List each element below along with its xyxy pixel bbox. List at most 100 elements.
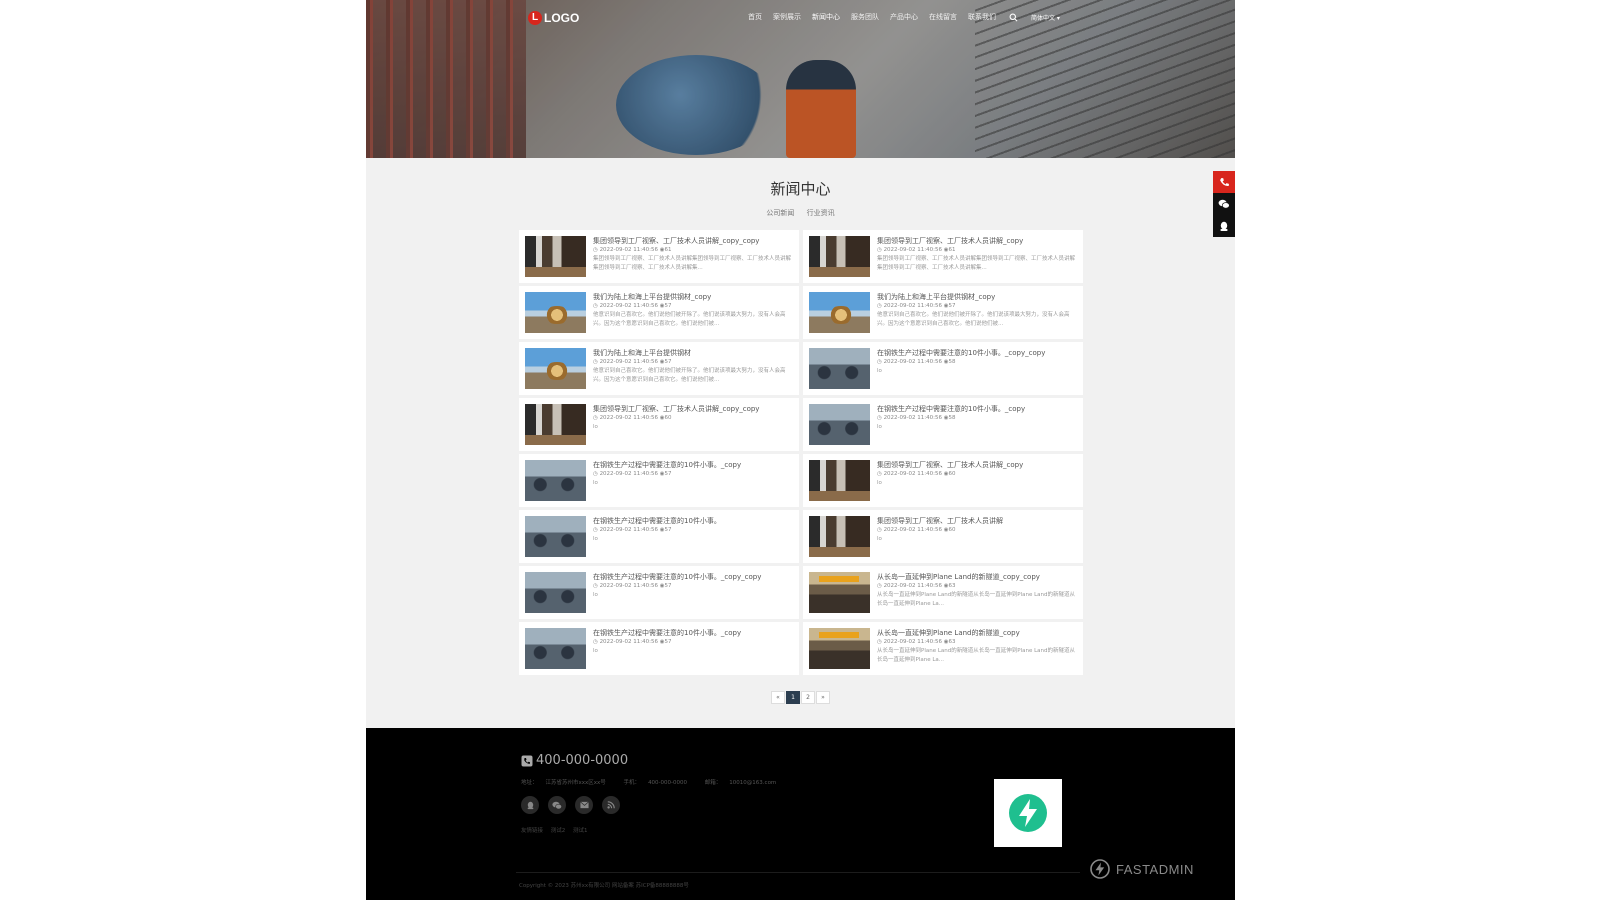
news-meta: ◷ 2022-09-02 11:40:56 ◉57 — [593, 358, 793, 367]
news-title[interactable]: 我们为陆上和海上平台提供钢材 — [593, 348, 793, 358]
qq-icon[interactable] — [521, 796, 539, 814]
news-views: 57 — [664, 471, 672, 477]
news-card[interactable]: 从长岛一直延伸到Plane Land的新隧道_copy_copy ◷ 2022-0… — [803, 566, 1083, 619]
news-card[interactable]: 我们为陆上和海上平台提供钢材_copy ◷ 2022-09-02 11:40:56… — [803, 286, 1083, 339]
news-thumbnail[interactable] — [809, 348, 870, 389]
news-title[interactable]: 在钢铁生产过程中需要注意的10件小事。_copy — [593, 460, 793, 470]
nav-item-contact[interactable]: 联系我们 — [968, 12, 996, 22]
news-title[interactable]: 从长岛一直延伸到Plane Land的新隧道_copy_copy — [877, 572, 1077, 582]
news-excerpt: lo — [877, 424, 882, 430]
search-icon[interactable] — [1009, 13, 1018, 22]
news-thumbnail[interactable] — [525, 516, 586, 557]
float-wechat-button[interactable] — [1213, 193, 1235, 215]
footer-link-friends[interactable]: 友情链接 — [521, 828, 543, 834]
rss-icon[interactable] — [602, 796, 620, 814]
news-title[interactable]: 我们为陆上和海上平台提供钢材_copy — [593, 292, 793, 302]
news-title[interactable]: 集团领导到工厂视察、工厂技术人员讲解_copy_copy — [593, 236, 793, 246]
nav-item-news[interactable]: 新闻中心 — [812, 12, 840, 22]
news-date: 2022-09-02 11:40:56 — [599, 359, 658, 365]
news-card[interactable]: 集团领导到工厂视察、工厂技术人员讲解 ◷ 2022-09-02 11:40:56 … — [803, 510, 1083, 563]
news-thumbnail[interactable] — [525, 348, 586, 389]
fastadmin-bolt-icon — [1090, 859, 1110, 879]
news-excerpt: lo — [593, 592, 598, 598]
news-title[interactable]: 从长岛一直延伸到Plane Land的新隧道_copy — [877, 628, 1077, 638]
mail-icon[interactable] — [575, 796, 593, 814]
news-title[interactable]: 在钢铁生产过程中需要注意的10件小事。_copy_copy — [593, 572, 793, 582]
tab-industry-news[interactable]: 行业资讯 — [807, 209, 835, 217]
news-title[interactable]: 我们为陆上和海上平台提供钢材_copy — [877, 292, 1077, 302]
float-phone-button[interactable] — [1213, 171, 1235, 193]
news-thumbnail[interactable] — [809, 572, 870, 613]
news-excerpt: 集团领导到工厂视察、工厂技术人员讲解集团领导到工厂视察、工厂技术人员讲解集团领导… — [877, 256, 1076, 271]
news-card[interactable]: 我们为陆上和海上平台提供钢材 ◷ 2022-09-02 11:40:56 ◉57 他… — [519, 342, 799, 395]
news-thumbnail[interactable] — [525, 628, 586, 669]
pagination-prev[interactable]: « — [771, 691, 785, 704]
news-thumbnail[interactable] — [809, 628, 870, 669]
language-switcher[interactable]: 简体中文 ▾ — [1031, 13, 1060, 22]
news-card-body: 集团领导到工厂视察、工厂技术人员讲解 ◷ 2022-09-02 11:40:56 … — [877, 516, 1077, 557]
news-thumbnail[interactable] — [525, 404, 586, 445]
news-thumbnail[interactable] — [809, 460, 870, 501]
logo-text: LOGO — [544, 11, 580, 25]
news-views: 61 — [664, 247, 672, 253]
news-title[interactable]: 在钢铁生产过程中需要注意的10件小事。_copy_copy — [877, 348, 1077, 358]
news-card[interactable]: 在钢铁生产过程中需要注意的10件小事。_copy ◷ 2022-09-02 11:… — [519, 622, 799, 675]
news-card[interactable]: 从长岛一直延伸到Plane Land的新隧道_copy ◷ 2022-09-02 … — [803, 622, 1083, 675]
news-card[interactable]: 集团领导到工厂视察、工厂技术人员讲解_copy_copy ◷ 2022-09-02… — [519, 398, 799, 451]
news-title[interactable]: 集团领导到工厂视察、工厂技术人员讲解_copy — [877, 460, 1077, 470]
language-label: 简体中文 — [1031, 14, 1056, 22]
news-list: 集团领导到工厂视察、工厂技术人员讲解_copy_copy ◷ 2022-09-02… — [519, 230, 1083, 675]
pagination-page-2[interactable]: 2 — [801, 691, 815, 704]
news-thumbnail[interactable] — [809, 404, 870, 445]
nav-item-home[interactable]: 首页 — [748, 12, 762, 22]
page: L LOGO 首页 案例展示 新闻中心 服务团队 产品中心 在线留言 联系我们 … — [366, 0, 1235, 900]
fastadmin-bolt-icon — [1009, 794, 1047, 832]
news-card[interactable]: 集团领导到工厂视察、工厂技术人员讲解_copy ◷ 2022-09-02 11:4… — [803, 454, 1083, 507]
news-title[interactable]: 在钢铁生产过程中需要注意的10件小事。_copy — [877, 404, 1077, 414]
news-card[interactable]: 在钢铁生产过程中需要注意的10件小事。 ◷ 2022-09-02 11:40:56… — [519, 510, 799, 563]
nav-item-message[interactable]: 在线留言 — [929, 12, 957, 22]
wechat-icon — [1218, 199, 1230, 209]
news-thumbnail[interactable] — [809, 516, 870, 557]
news-card[interactable]: 我们为陆上和海上平台提供钢材_copy ◷ 2022-09-02 11:40:56… — [519, 286, 799, 339]
hero-shade — [366, 0, 1235, 158]
news-thumbnail[interactable] — [525, 460, 586, 501]
news-excerpt: 从长岛一直延伸到Plane Land的新隧道从长岛一直延伸到Plane Land… — [877, 648, 1075, 663]
news-title[interactable]: 集团领导到工厂视察、工厂技术人员讲解_copy — [877, 236, 1077, 246]
nav-item-products[interactable]: 产品中心 — [890, 12, 918, 22]
news-thumbnail[interactable] — [525, 292, 586, 333]
news-meta: ◷ 2022-09-02 11:40:56 ◉63 — [877, 582, 1077, 591]
wechat-icon[interactable] — [548, 796, 566, 814]
news-card[interactable]: 在钢铁生产过程中需要注意的10件小事。_copy ◷ 2022-09-02 11:… — [519, 454, 799, 507]
news-card[interactable]: 集团领导到工厂视察、工厂技术人员讲解_copy ◷ 2022-09-02 11:4… — [803, 230, 1083, 283]
news-thumbnail[interactable] — [525, 236, 586, 277]
category-tabs: 公司新闻 行业资讯 — [366, 208, 1235, 218]
news-title[interactable]: 在钢铁生产过程中需要注意的10件小事。 — [593, 516, 793, 526]
pagination-page-1[interactable]: 1 — [786, 691, 800, 704]
footer-link-test2[interactable]: 测试2 — [551, 828, 566, 834]
news-title[interactable]: 在钢铁生产过程中需要注意的10件小事。_copy — [593, 628, 793, 638]
news-card-body: 从长岛一直延伸到Plane Land的新隧道_copy_copy ◷ 2022-0… — [877, 572, 1077, 613]
tab-company-news[interactable]: 公司新闻 — [766, 209, 794, 217]
news-date: 2022-09-02 11:40:56 — [883, 247, 942, 253]
news-card[interactable]: 在钢铁生产过程中需要注意的10件小事。_copy_copy ◷ 2022-09-0… — [803, 342, 1083, 395]
news-date: 2022-09-02 11:40:56 — [599, 639, 658, 645]
news-meta: ◷ 2022-09-02 11:40:56 ◉57 — [593, 470, 793, 479]
news-thumbnail[interactable] — [809, 292, 870, 333]
news-thumbnail[interactable] — [809, 236, 870, 277]
news-thumbnail[interactable] — [525, 572, 586, 613]
news-title[interactable]: 集团领导到工厂视察、工厂技术人员讲解 — [877, 516, 1077, 526]
pagination-next[interactable]: » — [816, 691, 830, 704]
nav-item-team[interactable]: 服务团队 — [851, 12, 879, 22]
news-card[interactable]: 在钢铁生产过程中需要注意的10件小事。_copy_copy ◷ 2022-09-0… — [519, 566, 799, 619]
float-qq-button[interactable] — [1213, 215, 1235, 237]
site-logo[interactable]: L LOGO — [528, 11, 579, 25]
nav-item-cases[interactable]: 案例展示 — [773, 12, 801, 22]
news-card-body: 在钢铁生产过程中需要注意的10件小事。_copy ◷ 2022-09-02 11:… — [877, 404, 1077, 445]
news-card[interactable]: 在钢铁生产过程中需要注意的10件小事。_copy ◷ 2022-09-02 11:… — [803, 398, 1083, 451]
news-title[interactable]: 集团领导到工厂视察、工厂技术人员讲解_copy_copy — [593, 404, 793, 414]
news-meta: ◷ 2022-09-02 11:40:56 ◉57 — [593, 526, 793, 535]
news-card[interactable]: 集团领导到工厂视察、工厂技术人员讲解_copy_copy ◷ 2022-09-02… — [519, 230, 799, 283]
footer-link-test1[interactable]: 测试1 — [573, 828, 588, 834]
news-views: 60 — [664, 415, 672, 421]
